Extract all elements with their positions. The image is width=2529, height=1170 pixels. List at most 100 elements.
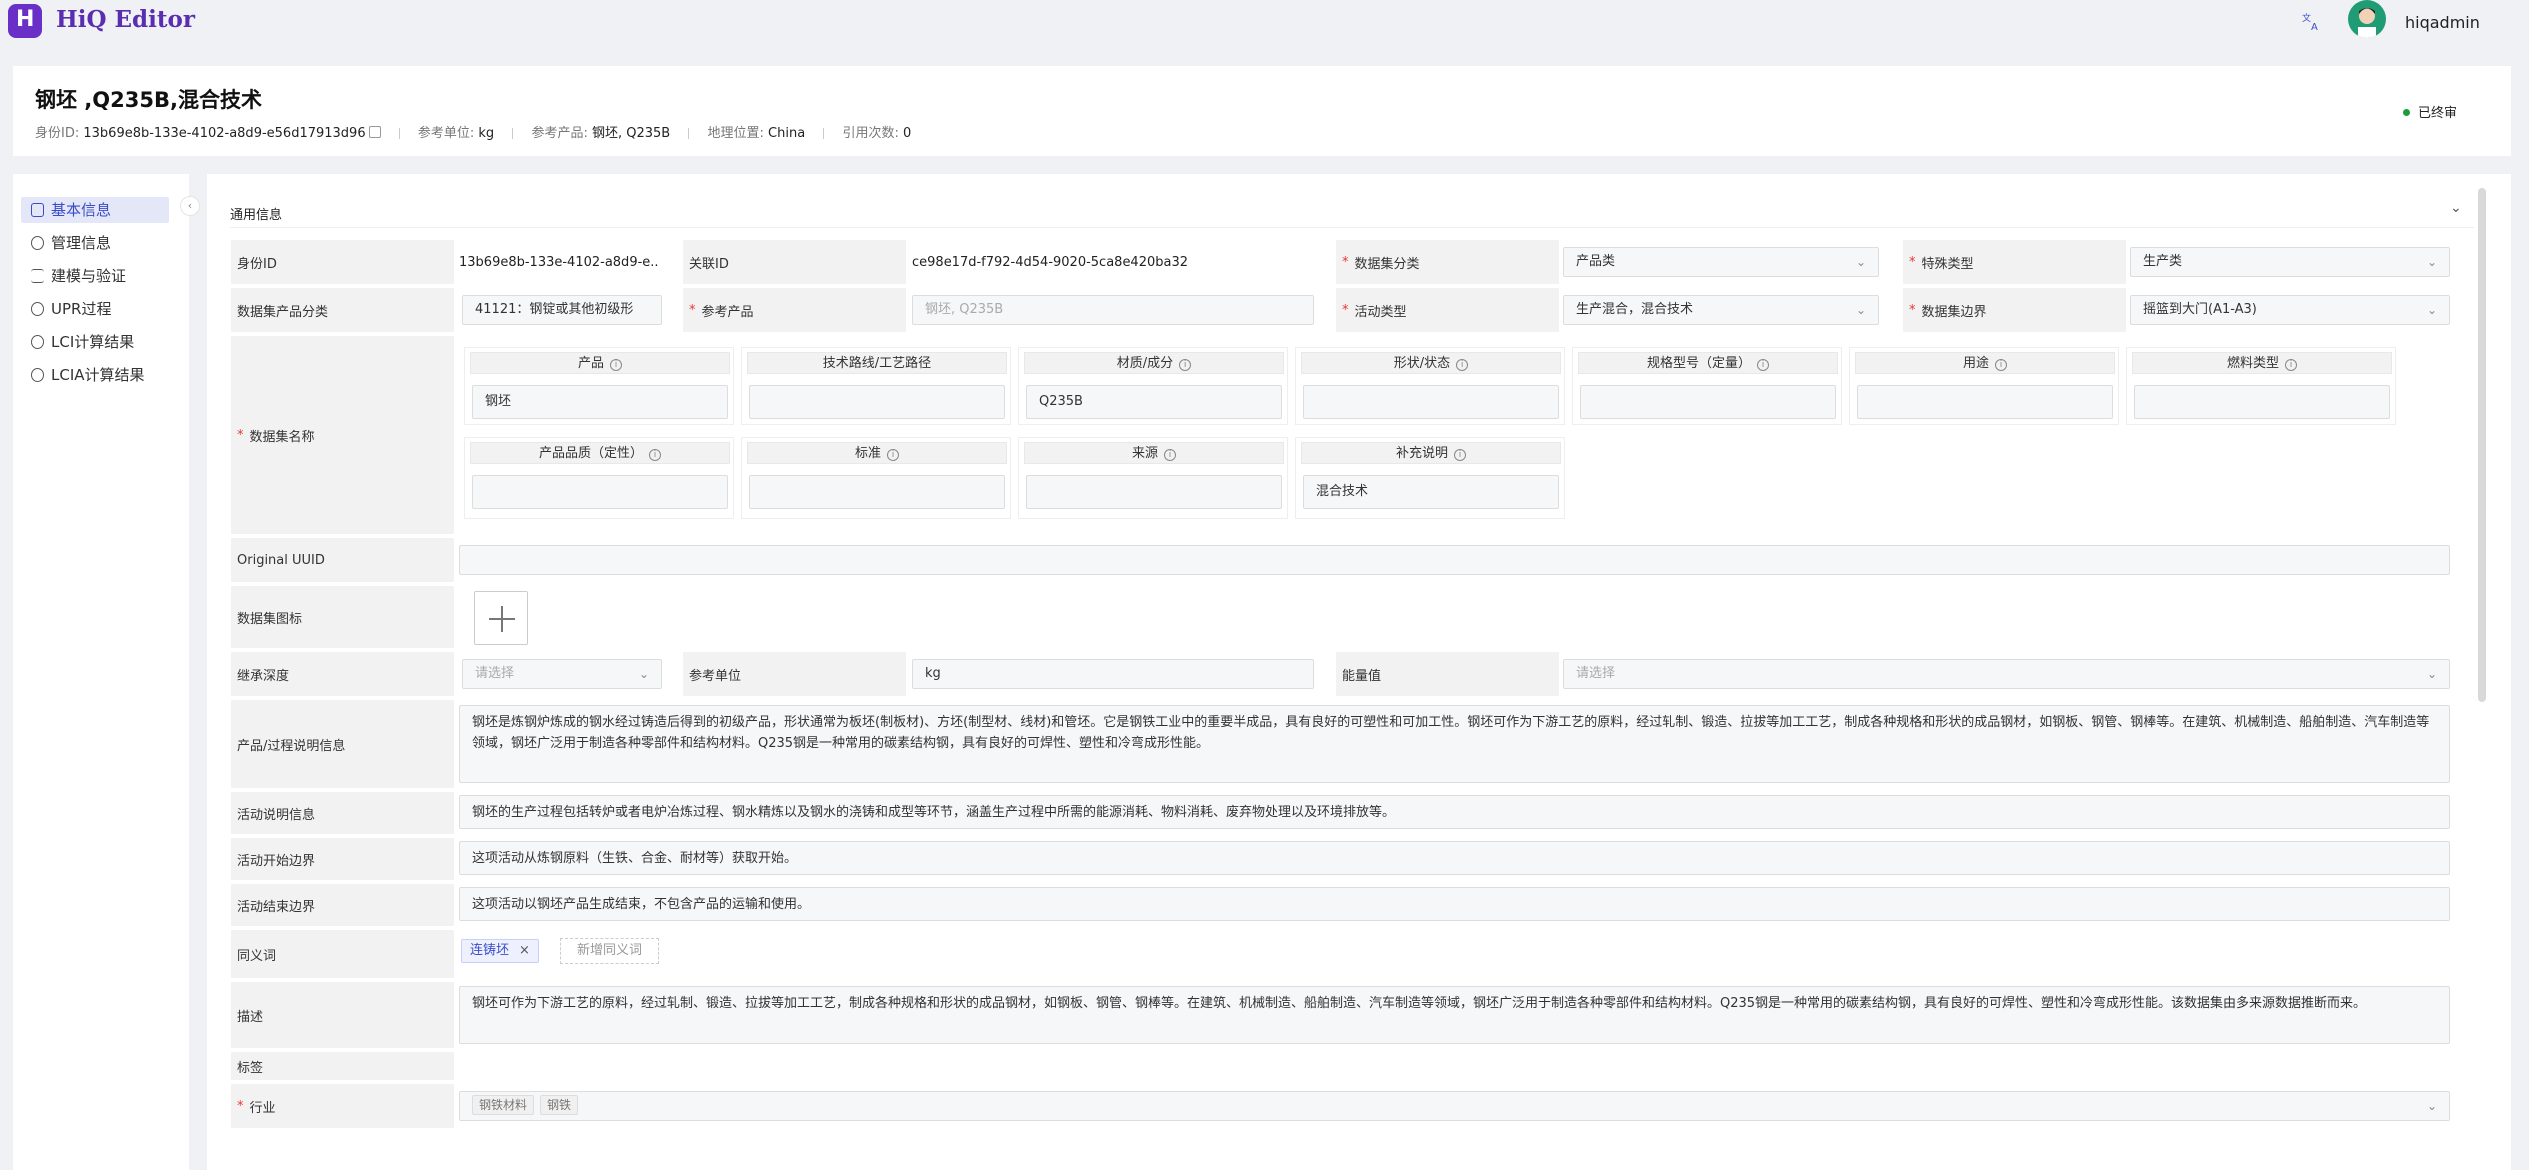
name-label-tech-route: 技术路线/工艺路径 [747,352,1007,374]
energy-select[interactable]: 请选择 ⌄ [1563,659,2450,689]
description-label: 描述 [231,982,454,1048]
section-title: 通用信息 [230,208,283,223]
activity-start-textarea[interactable]: 这项活动从炼钢原料（生铁、合金、耐材等）获取开始。 [459,841,2450,875]
name-label-spec: 规格型号（定量） i [1578,352,1838,374]
industry-chip: 钢铁 [540,1095,579,1115]
header-id-value: 13b69e8b-133e-4102-a8d9-e56d17913d96 [83,126,366,141]
ref-product-field[interactable]: 钢坯, Q235B [912,295,1314,325]
process-icon [31,302,44,316]
document-icon [31,203,44,217]
name-field-tech-route[interactable] [749,385,1005,419]
header-meta: 身份ID: 13b69e8b-133e-4102-a8d9-e56d17913d… [35,126,912,141]
section-divider [230,227,2474,228]
upload-icon-button[interactable] [474,591,528,645]
sidebar-item-basic-info[interactable]: 基本信息 [21,197,169,223]
user-settings-icon [31,236,44,250]
name-label-product: 产品 i [470,352,730,374]
app-logo-icon[interactable]: H [8,4,42,38]
sidebar-item-lcia-results[interactable]: LCIA计算结果 [21,362,169,388]
name-field-usage[interactable] [1857,385,2113,419]
name-field-material[interactable]: Q235B [1026,385,1282,419]
chevron-down-icon: ⌄ [638,667,649,681]
name-field-shape[interactable] [1303,385,1559,419]
info-icon: i [1179,359,1192,371]
collapse-sidebar-button[interactable]: ‹ [180,196,200,216]
info-icon: i [1164,449,1176,461]
name-label-shape: 形状/状态 i [1301,352,1561,374]
chevron-down-icon: ⌄ [1855,303,1866,317]
status-badge: 已终审 [2403,102,2457,121]
ref-unit-field[interactable]: kg [912,659,1314,689]
chevron-down-icon: ⌄ [2426,667,2437,681]
svg-text:A: A [2311,22,2318,33]
calc-icon [31,368,44,382]
activity-type-select[interactable]: 生产混合，混合技术 ⌄ [1563,295,1879,325]
info-icon: i [1456,359,1469,371]
sidebar-item-upr-process[interactable]: UPR过程 [21,296,169,322]
name-field-supplement[interactable]: 混合技术 [1303,475,1559,509]
name-label-quality: 产品品质（定性） i [470,442,730,464]
dataset-category-label: 数据集分类 [1336,240,1559,284]
add-synonym-button[interactable]: 新增同义词 [560,938,660,964]
chevron-down-icon: ⌄ [2426,1099,2437,1113]
description-textarea[interactable]: 钢坯可作为下游工艺的原料，经过轧制、锻造、拉拔等加工工艺，制成各种规格和形状的成… [459,986,2450,1044]
name-label-material: 材质/成分 i [1024,352,1284,374]
name-label-supplement: 补充说明 i [1301,442,1561,464]
info-icon: i [1995,359,2007,371]
activity-desc-label: 活动说明信息 [231,792,454,834]
industry-select[interactable]: 钢铁材料 钢铁 ⌄ [459,1091,2450,1121]
info-icon: i [610,359,622,371]
industry-chip: 钢铁材料 [472,1095,535,1115]
name-field-spec[interactable] [1580,385,1836,419]
shuffle-icon [31,269,44,283]
info-icon: i [887,449,899,461]
process-desc-label: 产品/过程说明信息 [231,700,454,788]
energy-label: 能量值 [1336,652,1559,696]
translate-icon[interactable]: 文 A [2300,11,2322,33]
name-field-fuel[interactable] [2134,385,2390,419]
sidebar-item-management-info[interactable]: 管理信息 [21,230,169,256]
special-type-select[interactable]: 生产类 ⌄ [2130,247,2450,277]
identity-id-label: 身份ID [231,240,454,284]
ref-product-label: 参考产品 [683,288,906,332]
name-field-quality[interactable] [472,475,728,509]
chevron-down-icon: ⌄ [2426,303,2437,317]
link-id-value: ce98e17d-f792-4d54-9020-5ca8e420ba32 [912,255,1189,270]
process-desc-textarea[interactable]: 钢坯是炼钢炉炼成的钢水经过铸造后得到的初级产品，形状通常为板坯(制板材)、方坯(… [459,705,2450,783]
name-field-source[interactable] [1026,475,1282,509]
calc-icon [31,335,44,349]
activity-start-label: 活动开始边界 [231,838,454,880]
name-label-usage: 用途 i [1855,352,2115,374]
vertical-scrollbar[interactable] [2478,188,2486,702]
activity-end-label: 活动结束边界 [231,884,454,926]
name-field-product[interactable]: 钢坯 [472,385,728,419]
close-icon[interactable]: × [519,943,530,958]
identity-id-value: 13b69e8b-133e-4102-a8d9-e... [459,255,659,270]
name-label-standard: 标准 i [747,442,1007,464]
product-category-label: 数据集产品分类 [231,288,454,332]
top-bar: H HiQ Editor 文 A hiqadmin [0,0,2529,42]
original-uuid-field[interactable] [459,545,2450,575]
link-id-label: 关联ID [683,240,906,284]
industry-label: 行业 [231,1084,454,1128]
name-label-source: 来源 i [1024,442,1284,464]
product-category-field[interactable]: 41121：钢锭或其他初级形 [462,295,662,325]
dataset-category-select[interactable]: 产品类 ⌄ [1563,247,1879,277]
synonym-label: 同义词 [231,930,454,978]
activity-desc-textarea[interactable]: 钢坯的生产过程包括转炉或者电炉冶炼过程、钢水精炼以及钢水的浇铸和成型等环节，涵盖… [459,795,2450,829]
sidebar-item-modeling-validation[interactable]: 建模与验证 [21,263,169,289]
info-icon: i [2285,359,2297,371]
name-field-standard[interactable] [749,475,1005,509]
username[interactable]: hiqadmin [2405,13,2480,32]
avatar[interactable] [2348,0,2386,38]
name-label-fuel: 燃料类型 i [2132,352,2392,374]
app-title: HiQ Editor [56,6,195,33]
chevron-down-icon[interactable]: ⌄ [2450,200,2462,216]
activity-end-textarea[interactable]: 这项活动以钢坯产品生成结束，不包含产品的运输和使用。 [459,887,2450,921]
sidebar-item-lci-results[interactable]: LCI计算结果 [21,329,169,355]
inherit-depth-select[interactable]: 请选择 ⌄ [462,659,662,689]
copy-icon[interactable] [368,126,381,138]
status-dot-icon [2403,109,2410,116]
page-title: 钢坯 ,Q235B,混合技术 [35,88,262,112]
boundary-select[interactable]: 摇篮到大门(A1-A3) ⌄ [2130,295,2450,325]
